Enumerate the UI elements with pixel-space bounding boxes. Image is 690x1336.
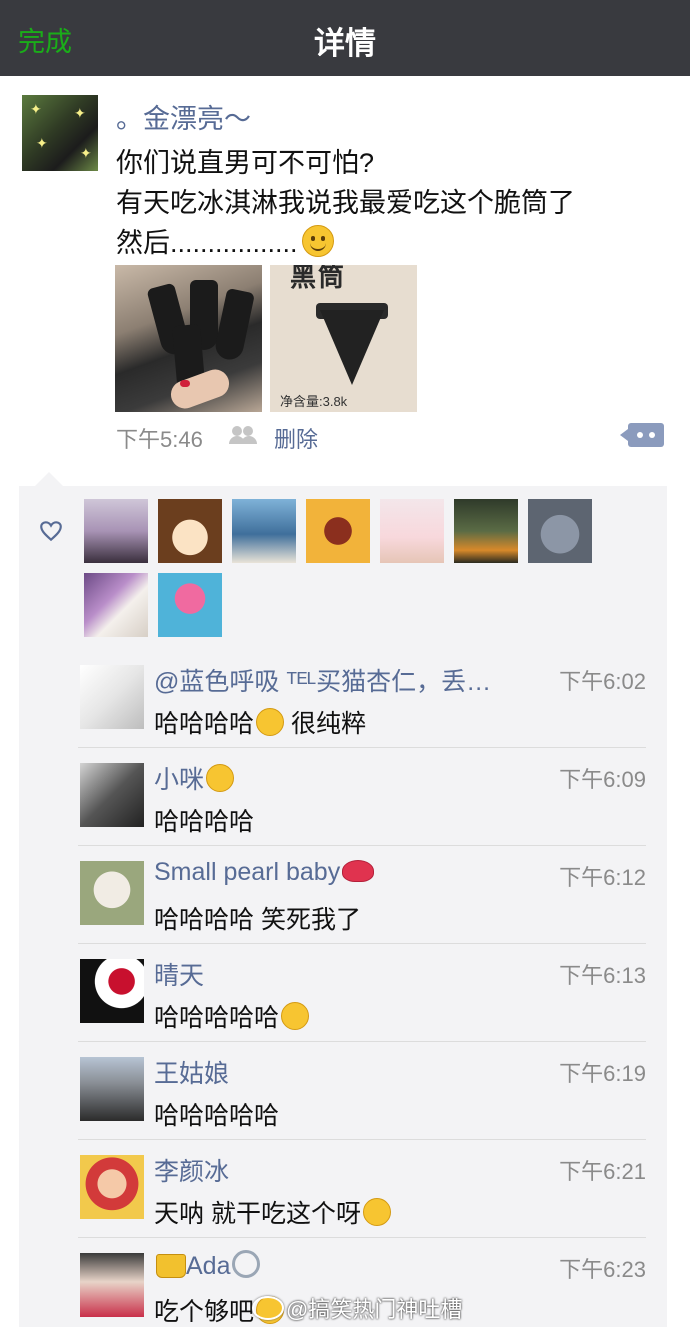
comment-item[interactable]: Small pearl baby 下午6:12 哈哈哈哈 笑死我了 — [78, 848, 646, 944]
package-net-weight: 净含量:3.8k — [280, 394, 348, 409]
commenter-avatar[interactable] — [80, 665, 144, 729]
divider — [78, 1139, 646, 1140]
thinking-emoji — [362, 1198, 391, 1226]
divider — [78, 943, 646, 944]
like-avatar[interactable] — [158, 499, 222, 563]
friends-visibility-icon — [229, 426, 257, 444]
tears-of-joy-emoji — [281, 1002, 310, 1030]
sparkle-icon: ✦ — [36, 135, 48, 151]
commenter-name[interactable]: 李颜冰 — [154, 1152, 229, 1188]
comment-text: 哈哈哈哈 笑死我了 — [154, 906, 361, 934]
post-text-line: 有天吃冰淇淋我说我最爱吃这个脆筒了 — [116, 188, 575, 218]
comment-time: 下午6:09 — [559, 767, 646, 792]
commenter-name[interactable]: 小咪 — [154, 760, 235, 796]
dot-icon — [649, 432, 655, 438]
like-avatar[interactable] — [306, 499, 370, 563]
comment-time: 下午6:19 — [559, 1061, 646, 1086]
commenter-avatar[interactable] — [80, 959, 144, 1023]
like-avatar[interactable] — [232, 499, 296, 563]
post-text-line-content: 然后................. — [116, 228, 298, 258]
post-text-line: 然后................. — [116, 223, 676, 263]
comment-time: 下午6:02 — [559, 669, 646, 694]
dot-icon — [637, 432, 643, 438]
commenter-avatar[interactable] — [80, 1057, 144, 1121]
smile-emoji — [301, 225, 334, 257]
comment-time: 下午6:13 — [559, 963, 646, 988]
comment-time: 下午6:23 — [559, 1257, 646, 1282]
commenter-name[interactable]: 晴天 — [154, 956, 204, 992]
commenter-name[interactable]: Ada — [154, 1250, 261, 1281]
comment-item[interactable]: 小咪 下午6:09 哈哈哈哈 — [78, 750, 646, 846]
divider — [78, 845, 646, 846]
sparkle-icon: ✦ — [74, 105, 86, 121]
like-avatar[interactable] — [84, 573, 148, 637]
lips-emoji — [342, 860, 375, 882]
nail-shape — [180, 380, 190, 387]
commenter-avatar[interactable] — [80, 1253, 144, 1317]
cone-shape — [213, 287, 255, 363]
laugh-cry-emoji — [256, 708, 285, 736]
comment-text: 哈哈哈哈哈 — [154, 1102, 280, 1130]
delete-button[interactable]: 删除 — [274, 422, 318, 454]
post-text: 你们说直男可不可怕? 有天吃冰淇淋我说我最爱吃这个脆筒了 然后.........… — [116, 143, 676, 263]
watermark: @搞笑热门神吐槽 — [286, 1297, 463, 1322]
like-avatar[interactable] — [528, 499, 592, 563]
cone-shape — [320, 310, 384, 385]
divider — [78, 1237, 646, 1238]
more-actions-button[interactable] — [620, 423, 664, 447]
commenter-name[interactable]: @蓝色呼吸 ᵀᴱᴸ买猫杏仁，丢… — [154, 662, 491, 698]
comment-item[interactable]: 王姑娘 下午6:19 哈哈哈哈哈 — [78, 1044, 646, 1140]
package-title: 黑筒 — [290, 265, 347, 292]
weibo-logo-icon — [252, 1296, 284, 1320]
comment-item[interactable]: 李颜冰 下午6:21 天呐 就干吃这个呀 — [78, 1142, 646, 1238]
comment-time: 下午6:12 — [559, 865, 646, 890]
comment-item[interactable]: 晴天 下午6:13 哈哈哈哈哈 — [78, 946, 646, 1042]
commenter-avatar[interactable] — [80, 1155, 144, 1219]
crown-emoji — [156, 1254, 186, 1278]
commenter-avatar[interactable] — [80, 763, 144, 827]
comment-item[interactable]: @蓝色呼吸 ᵀᴱᴸ买猫杏仁，丢… 下午6:02 哈哈哈哈 很纯粹 — [78, 652, 646, 748]
commenter-name[interactable]: 王姑娘 — [154, 1054, 229, 1090]
post-text-line: 你们说直男可不可怕? — [116, 148, 375, 178]
comment-text: 天呐 就干吃这个呀 — [154, 1194, 391, 1230]
post-author-avatar[interactable]: ✦ ✦ ✦ ✦ — [22, 95, 98, 171]
comment-text: 哈哈哈哈 — [154, 808, 255, 836]
like-avatar[interactable] — [158, 573, 222, 637]
top-navigation-bar: 完成 详情 — [0, 0, 690, 76]
post-photo-package[interactable]: 黑筒 净含量:3.8k — [270, 265, 417, 412]
divider — [78, 747, 646, 748]
comment-time: 下午6:21 — [559, 1159, 646, 1184]
like-avatar[interactable] — [454, 499, 518, 563]
smirk-emoji — [206, 764, 235, 792]
page-title: 详情 — [314, 26, 376, 61]
divider — [78, 1041, 646, 1042]
ring-emoji — [232, 1250, 261, 1278]
comment-text: 哈哈哈哈 很纯粹 — [154, 708, 366, 738]
like-avatar[interactable] — [84, 499, 148, 563]
panel-caret — [35, 472, 63, 486]
post-photo-ice-cream-cones[interactable] — [115, 265, 262, 412]
commenter-name[interactable]: Small pearl baby — [154, 858, 375, 887]
sparkle-icon: ✦ — [30, 101, 42, 117]
comment-text: 哈哈哈哈哈 — [154, 998, 310, 1034]
post-time: 下午5:46 — [116, 427, 203, 452]
sparkle-icon: ✦ — [80, 145, 92, 161]
post-author-name[interactable]: 。金漂亮～ — [116, 97, 251, 136]
heart-icon — [40, 521, 62, 542]
like-avatar[interactable] — [380, 499, 444, 563]
commenter-avatar[interactable] — [80, 861, 144, 925]
